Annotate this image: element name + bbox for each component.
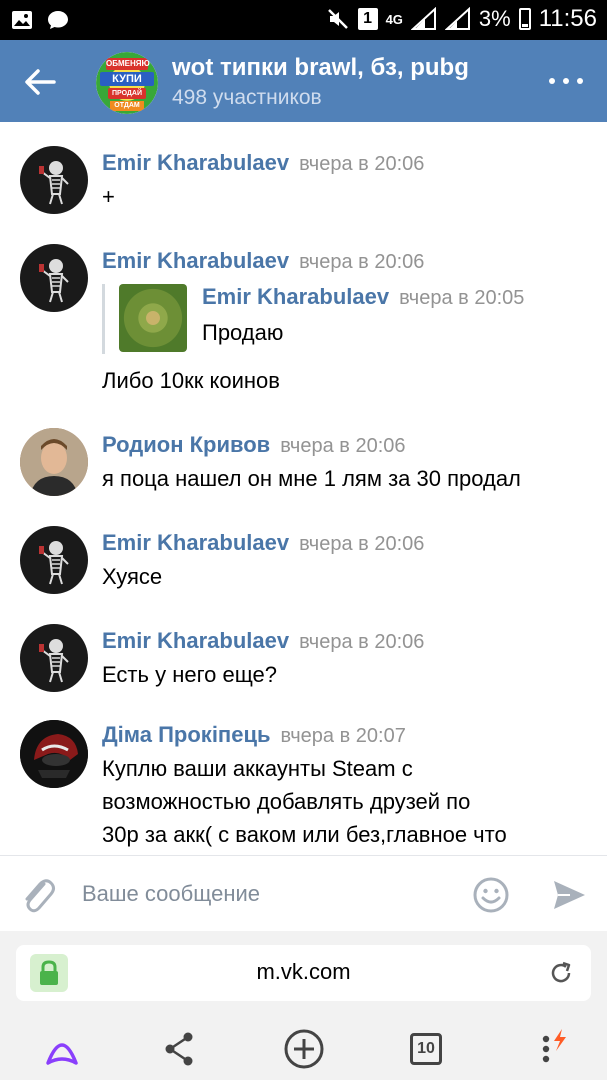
chat-avatar[interactable]: ОБМЕНЯЮ КУПИ ПРОДАЙ ОТДАМ: [96, 52, 158, 114]
sim-indicator: 1: [357, 8, 378, 30]
status-bar-notifications: [10, 8, 70, 32]
message-text: я поца нашел он мне 1 лям за 30 продал: [102, 466, 521, 491]
avatar[interactable]: [20, 720, 88, 788]
address-field[interactable]: m.vk.com: [16, 945, 591, 1001]
skeleton-avatar-icon: [39, 259, 69, 303]
chat-bubble-icon: [48, 11, 68, 29]
message-text: возможностью добавлять друзей по: [102, 789, 471, 814]
share-icon[interactable]: [158, 1027, 202, 1071]
message-time: вчера в 20:06: [299, 251, 425, 273]
battery-icon: [518, 8, 531, 30]
message-time: вчера в 20:06: [299, 631, 425, 653]
message-item: Emir Kharabulaev вчера в 20:06 +: [0, 142, 607, 222]
message-list[interactable]: Emir Kharabulaev вчера в 20:06 + Emir Kha…: [0, 122, 607, 855]
message-author[interactable]: Emir Kharabulaev вчера в 20:06: [102, 150, 424, 176]
person-avatar-icon: [20, 428, 88, 496]
signal-icon: [444, 7, 470, 30]
author-name[interactable]: Emir Kharabulaev: [102, 628, 289, 653]
avatar[interactable]: [20, 146, 88, 214]
forwarded-time: вчера в 20:05: [399, 287, 525, 309]
message-composer: [0, 855, 607, 931]
clock: 11:56: [538, 5, 597, 32]
chat-avatar-text: КУПИ: [100, 72, 154, 86]
chat-avatar-text: ОБМЕНЯЮ: [106, 58, 150, 70]
author-name[interactable]: Emir Kharabulaev: [102, 150, 289, 175]
avatar[interactable]: [20, 428, 88, 496]
message-item: Emir Kharabulaev вчера в 20:06 Есть у нег…: [0, 620, 607, 700]
alice-icon[interactable]: [40, 1027, 84, 1071]
avatar[interactable]: [20, 624, 88, 692]
message-item: Родион Кривов вчера в 20:06 я поца нашел …: [0, 426, 607, 506]
message-author[interactable]: Emir Kharabulaev вчера в 20:06: [102, 530, 424, 556]
member-count[interactable]: 498 участников: [172, 86, 322, 110]
message-text: Куплю ваши аккаунты Steam с: [102, 756, 413, 781]
forwarded-text: Продаю: [202, 320, 284, 345]
message-item: Діма Прокіпець вчера в 20:07 Куплю ваши а…: [0, 718, 607, 855]
chat-title[interactable]: wot типки brawl, бз, pubg: [172, 54, 469, 82]
message-text: Хуясе: [102, 564, 163, 589]
message-author[interactable]: Emir Kharabulaev вчера в 20:06: [102, 248, 424, 274]
tabs-icon[interactable]: 10: [404, 1027, 448, 1071]
chat-avatar-text: ОТДАМ: [110, 101, 144, 111]
paperclip-icon[interactable]: [18, 872, 58, 916]
more-icon[interactable]: [549, 66, 583, 96]
browser-toolbar: 10: [0, 1015, 607, 1080]
message-time: вчера в 20:06: [280, 435, 406, 457]
url-text[interactable]: m.vk.com: [16, 959, 591, 985]
forwarded-author[interactable]: Emir Kharabulaev вчера в 20:05: [202, 284, 524, 310]
forwarded-message[interactable]: Emir Kharabulaev вчера в 20:05 Продаю: [102, 284, 582, 354]
message-text: +: [102, 184, 115, 209]
message-time: вчера в 20:07: [280, 725, 406, 747]
author-name[interactable]: Родион Кривов: [102, 432, 270, 457]
status-bar-system: 1 4G 3% 11:56: [326, 5, 597, 33]
message-author[interactable]: Emir Kharabulaev вчера в 20:06: [102, 628, 424, 654]
mute-icon: [327, 9, 348, 29]
battery-percent: 3%: [478, 6, 511, 31]
message-item: Emir Kharabulaev вчера в 20:06 Хуясе: [0, 522, 607, 602]
status-bar: 1 4G 3% 11:56: [0, 0, 607, 40]
message-text: 30р за акк( с ваком или без,главное что: [102, 822, 507, 847]
message-time: вчера в 20:06: [299, 533, 425, 555]
add-icon[interactable]: [282, 1027, 326, 1071]
author-name[interactable]: Діма Прокіпець: [102, 722, 271, 747]
message-author[interactable]: Діма Прокіпець вчера в 20:07: [102, 722, 406, 748]
image-icon: [12, 11, 32, 29]
emoji-icon[interactable]: [472, 876, 510, 914]
send-icon[interactable]: [550, 876, 588, 914]
skeleton-avatar-icon: [39, 161, 69, 205]
message-time: вчера в 20:06: [299, 153, 425, 175]
author-name[interactable]: Emir Kharabulaev: [102, 530, 289, 555]
message-item: Emir Kharabulaev вчера в 20:06 Emir Khara…: [0, 240, 607, 410]
skeleton-avatar-icon: [39, 639, 69, 683]
chat-avatar-text: ПРОДАЙ: [108, 88, 146, 99]
skeleton-avatar-icon: [39, 541, 69, 585]
forwarded-author-name[interactable]: Emir Kharabulaev: [202, 284, 389, 309]
browser-url-bar: m.vk.com: [0, 931, 607, 1015]
avatar[interactable]: [20, 526, 88, 594]
avatar[interactable]: [20, 244, 88, 312]
chat-header: ОБМЕНЯЮ КУПИ ПРОДАЙ ОТДАМ wot типки braw…: [0, 40, 607, 122]
message-text: Есть у него еще?: [102, 662, 278, 687]
tabs-count: 10: [410, 1033, 442, 1065]
helmet-avatar-icon: [20, 720, 88, 788]
author-name[interactable]: Emir Kharabulaev: [102, 248, 289, 273]
message-input[interactable]: [82, 874, 462, 914]
message-text: Либо 10кк коинов: [102, 368, 280, 393]
menu-icon[interactable]: [528, 1027, 572, 1071]
signal-icon: [410, 7, 436, 30]
reload-icon[interactable]: [547, 959, 575, 987]
message-author[interactable]: Родион Кривов вчера в 20:06: [102, 432, 406, 458]
forwarded-author-avatar[interactable]: [119, 284, 187, 352]
network-type: 4G: [385, 11, 403, 27]
back-arrow-icon[interactable]: [18, 60, 62, 104]
